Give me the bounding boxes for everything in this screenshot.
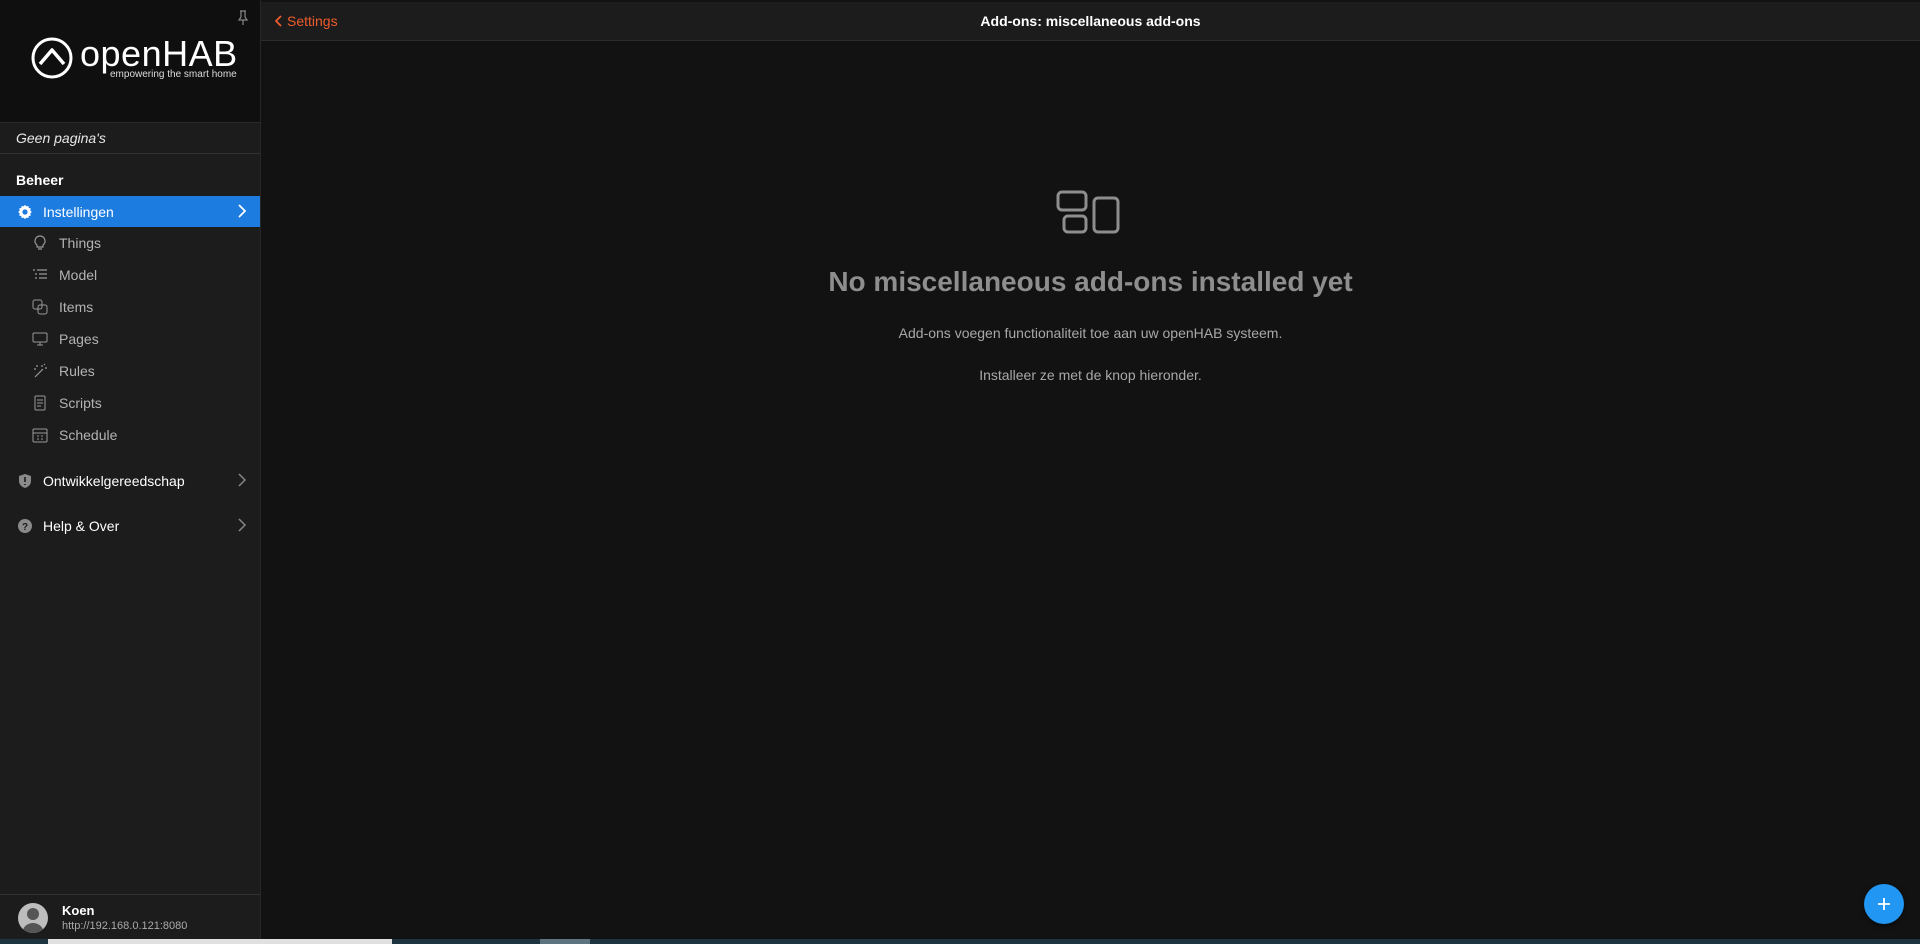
sidebar-item-label: Rules — [59, 363, 95, 379]
sidebar-item-items[interactable]: Items — [0, 291, 260, 323]
sidebar-item-help[interactable]: ? Help & Over — [0, 510, 260, 541]
sidebar: openHAB empowering the smart home Geen p… — [0, 0, 261, 940]
sidebar-item-label: Pages — [59, 331, 99, 347]
bottom-strip-segment — [48, 939, 392, 944]
sidebar-item-model[interactable]: Model — [0, 259, 260, 291]
monitor-icon — [31, 330, 49, 348]
logo-area: openHAB empowering the smart home — [0, 0, 260, 123]
sidebar-item-label: Things — [59, 235, 102, 251]
question-circle-icon: ? — [16, 517, 34, 535]
sidebar-item-label: Model — [59, 267, 98, 283]
user-name: Koen — [62, 903, 95, 918]
sidebar-item-settings-label: Instellingen — [43, 203, 114, 220]
bottom-strip-segment — [540, 939, 590, 944]
calendar-icon — [31, 426, 49, 444]
gear-icon — [16, 203, 34, 221]
sidebar-item-rules[interactable]: Rules — [0, 355, 260, 387]
logo-tagline: empowering the smart home — [110, 69, 237, 80]
sidebar-item-label: Items — [59, 299, 94, 315]
document-icon — [31, 394, 49, 412]
sidebar-item-settings[interactable]: Instellingen — [0, 196, 260, 227]
navbar: Settings Add-ons: miscellaneous add-ons — [261, 2, 1920, 41]
empty-state-description: Add-ons voegen functionaliteit toe aan u… — [898, 325, 1283, 341]
empty-state-title: No miscellaneous add-ons installed yet — [828, 266, 1353, 297]
wand-icon — [31, 362, 49, 380]
sidebar-item-label: Scripts — [59, 395, 102, 411]
user-profile[interactable]: Koen http://192.168.0.121:8080 — [0, 894, 260, 940]
pin-icon[interactable] — [236, 10, 250, 26]
no-pages-text: Geen pagina's — [0, 123, 260, 154]
chevron-right-icon — [238, 204, 246, 218]
sidebar-item-developer-tools-label: Ontwikkelgereedschap — [43, 472, 185, 489]
sidebar-item-schedule[interactable]: Schedule — [0, 419, 260, 451]
shield-icon — [16, 472, 34, 490]
chevron-right-icon — [238, 518, 246, 532]
openhab-logo-icon — [31, 37, 73, 79]
section-title-beheer: Beheer — [16, 172, 64, 188]
addons-blocks-icon — [1056, 190, 1120, 234]
logo-name: openHAB — [80, 33, 238, 74]
list-tree-icon — [31, 266, 49, 284]
openhab-logo[interactable]: openHAB empowering the smart home — [30, 36, 238, 80]
plus-icon — [1878, 898, 1890, 910]
avatar — [18, 902, 48, 933]
page-title: Add-ons: miscellaneous add-ons — [980, 13, 1201, 29]
empty-state-hint: Installeer ze met de knop hieronder. — [979, 367, 1202, 383]
chevron-right-icon — [238, 473, 246, 487]
bottom-strip — [0, 939, 1920, 944]
sidebar-item-scripts[interactable]: Scripts — [0, 387, 260, 419]
user-url: http://192.168.0.121:8080 — [62, 920, 188, 932]
sidebar-item-pages[interactable]: Pages — [0, 323, 260, 355]
svg-text:?: ? — [22, 522, 28, 533]
sidebar-item-label: Schedule — [59, 427, 118, 443]
items-square-icon — [31, 298, 49, 316]
sidebar-item-things[interactable]: Things — [0, 227, 260, 259]
sidebar-item-help-label: Help & Over — [43, 517, 120, 534]
sidebar-item-developer-tools[interactable]: Ontwikkelgereedschap — [0, 465, 260, 496]
lightbulb-icon — [31, 234, 49, 252]
add-addon-button[interactable] — [1864, 884, 1904, 924]
